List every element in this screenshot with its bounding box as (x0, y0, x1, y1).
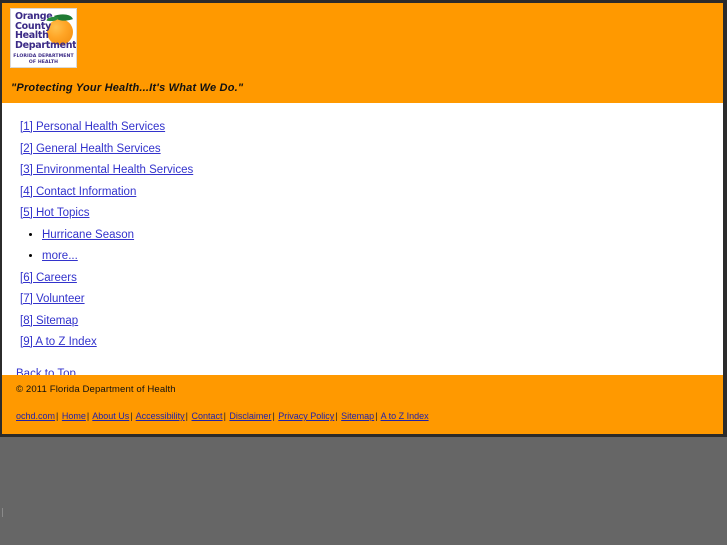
text-caret (2, 508, 3, 517)
footer-link-about-us[interactable]: About Us (92, 411, 129, 421)
nav-link-general-health-services[interactable]: [2] General Health Services (20, 143, 161, 155)
footer-separator: | (130, 411, 133, 421)
footer-link-sitemap[interactable]: Sitemap (341, 411, 374, 421)
main-content: [1] Personal Health Services [2] General… (2, 103, 723, 380)
nav-link-volunteer[interactable]: [7] Volunteer (20, 293, 85, 305)
logo-line-4: Department (15, 39, 77, 51)
footer-link-home[interactable]: Home (62, 411, 86, 421)
nav-link-hurricane-season[interactable]: Hurricane Season (42, 229, 134, 241)
list-item: Hurricane Season (42, 224, 723, 246)
footer-link-privacy-policy[interactable]: Privacy Policy (278, 411, 334, 421)
list-item: [3] Environmental Health Services (2, 159, 723, 181)
nav-link-a-to-z-index[interactable]: [9] A to Z Index (20, 336, 97, 348)
nav-link-sitemap[interactable]: [8] Sitemap (20, 315, 78, 327)
site-footer: © 2011 Florida Department of Health ochd… (2, 375, 723, 434)
logo-subtitle-line-2: OF HEALTH (28, 59, 59, 65)
footer-link-ochd-com[interactable]: ochd.com (16, 411, 55, 421)
nav-link-personal-health-services[interactable]: [1] Personal Health Services (20, 121, 165, 133)
footer-link-contact[interactable]: Contact (192, 411, 223, 421)
nav-link-contact-information[interactable]: [4] Contact Information (20, 186, 136, 198)
logo-subtitle-line-1: FLORIDA DEPARTMENT (13, 54, 74, 60)
browser-backdrop (0, 437, 727, 545)
nav-link-environmental-health-services[interactable]: [3] Environmental Health Services (20, 164, 193, 176)
list-item: [6] Careers (2, 267, 723, 289)
list-item: [8] Sitemap (2, 310, 723, 332)
site-header: Orange County Health Department FLORIDA … (2, 3, 723, 103)
list-item: [9] A to Z Index (2, 331, 723, 353)
nav-link-hot-topics[interactable]: [5] Hot Topics (20, 207, 89, 219)
footer-links: ochd.com| Home| About Us| Accessibility|… (16, 411, 429, 421)
footer-separator: | (335, 411, 338, 421)
footer-separator: | (56, 411, 59, 421)
site-tagline: "Protecting Your Health...It's What We D… (11, 82, 244, 94)
primary-navigation-list: [1] Personal Health Services [2] General… (2, 116, 723, 353)
list-item: [2] General Health Services (2, 138, 723, 160)
list-item: [7] Volunteer (2, 288, 723, 310)
footer-separator: | (223, 411, 226, 421)
footer-link-disclaimer[interactable]: Disclaimer (229, 411, 271, 421)
list-item: [1] Personal Health Services (2, 116, 723, 138)
nav-link-more[interactable]: more... (42, 250, 78, 262)
footer-separator: | (272, 411, 275, 421)
footer-link-accessibility[interactable]: Accessibility (136, 411, 185, 421)
list-item: [4] Contact Information (2, 181, 723, 203)
list-item: [5] Hot Topics Hurricane Season more... (2, 202, 723, 267)
list-item: more... (42, 245, 723, 267)
copyright-text: © 2011 Florida Department of Health (16, 384, 176, 395)
footer-link-a-to-z-index[interactable]: A to Z Index (381, 411, 429, 421)
logo-subtitle: FLORIDA DEPARTMENT OF HEALTH (11, 54, 76, 65)
page-root: Orange County Health Department FLORIDA … (0, 0, 727, 545)
footer-separator: | (185, 411, 189, 421)
site-logo[interactable]: Orange County Health Department FLORIDA … (10, 8, 77, 68)
document-frame: Orange County Health Department FLORIDA … (0, 0, 727, 437)
footer-separator: | (86, 411, 90, 421)
footer-separator: | (375, 411, 378, 421)
nav-link-careers[interactable]: [6] Careers (20, 272, 77, 284)
hot-topics-sublist: Hurricane Season more... (20, 224, 723, 267)
